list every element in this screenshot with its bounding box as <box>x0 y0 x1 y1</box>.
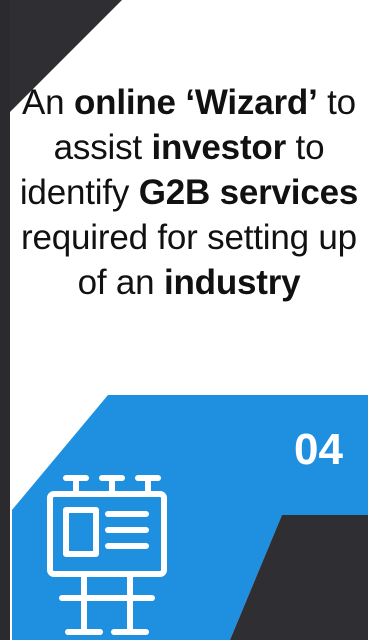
infographic-card-panel: An online ‘Wizard’ to assist investor to… <box>0 0 368 640</box>
left-shadow-strip <box>0 0 10 640</box>
text-part-1: An <box>22 83 74 122</box>
text-bold-industry: industry <box>163 263 301 302</box>
step-number: 04 <box>294 425 343 474</box>
text-bold-g2b-services: G2B services <box>138 173 359 212</box>
text-bold-investor: investor <box>151 128 287 167</box>
text-bold-online-wizard: online ‘Wizard’ <box>73 83 318 122</box>
card-description: An online ‘Wizard’ to assist investor to… <box>10 80 368 305</box>
